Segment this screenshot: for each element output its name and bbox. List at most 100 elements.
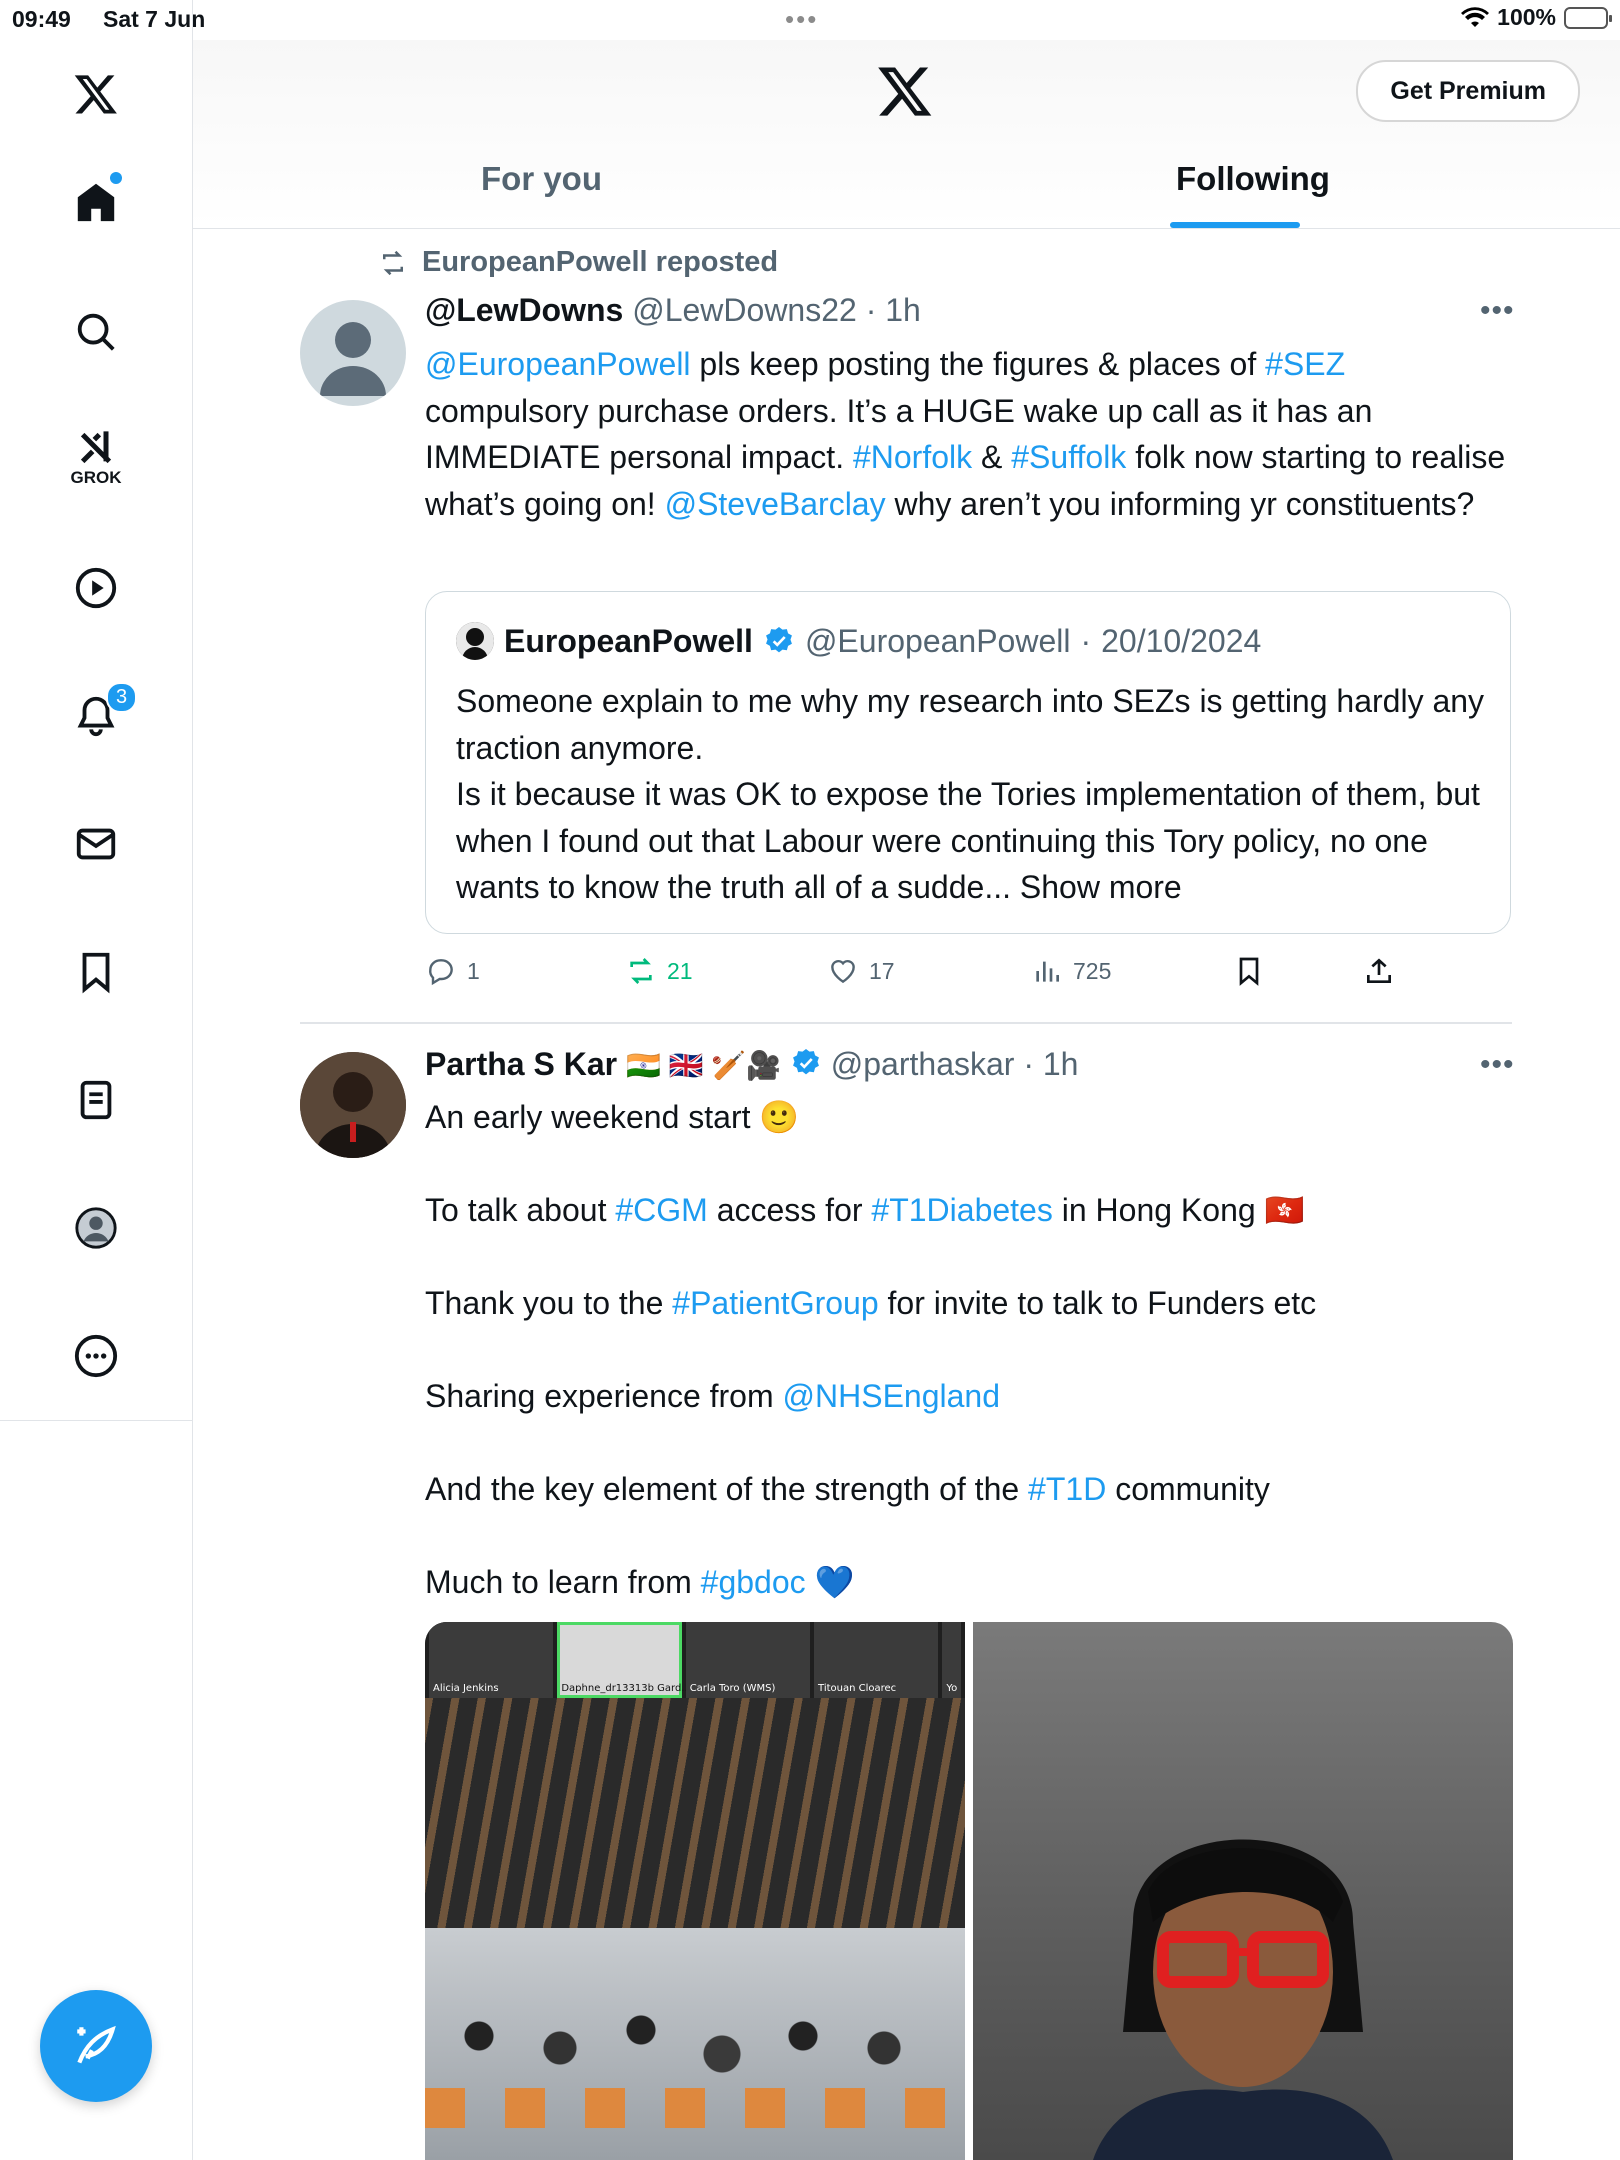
tweet-text-segment: for invite to talk to Funders etc: [878, 1285, 1317, 1321]
show-more-link[interactable]: Show more: [1020, 869, 1182, 905]
repost-count: 21: [667, 957, 693, 984]
hashtag-link[interactable]: #Suffolk: [1011, 439, 1126, 475]
bookmark-button[interactable]: [1233, 955, 1265, 987]
repost-icon: [383, 250, 403, 275]
sidebar-item-bookmarks[interactable]: [68, 944, 124, 1000]
profile-avatar-icon: [75, 1207, 117, 1249]
mention-link[interactable]: @EuropeanPowell: [425, 346, 691, 382]
sidebar-item-search[interactable]: [68, 304, 124, 360]
video-call-participant: Yo: [942, 1622, 962, 1698]
tweet-text-segment: in Hong Kong 🇭🇰: [1052, 1192, 1305, 1228]
tab-following[interactable]: Following: [1176, 160, 1330, 198]
tweet-time[interactable]: 1h: [1043, 1046, 1079, 1082]
share-icon: [1367, 958, 1391, 983]
author-display-name[interactable]: Partha S Kar: [425, 1046, 617, 1082]
hashtag-link[interactable]: #SEZ: [1265, 346, 1345, 382]
video-call-participant: Carla Toro (WMS): [685, 1622, 811, 1698]
repost-by-label[interactable]: EuropeanPowell reposted: [422, 246, 778, 279]
tweet-text-segment: An early weekend start 🙂: [425, 1099, 800, 1135]
sidebar-item-grok[interactable]: GROK: [68, 428, 124, 487]
reply-icon: [429, 959, 453, 986]
repost-indicator: EuropeanPowell reposted: [378, 246, 778, 279]
get-premium-button[interactable]: Get Premium: [1356, 60, 1580, 122]
x-logo-icon[interactable]: [876, 62, 934, 120]
tweet-more-icon[interactable]: •••: [1480, 294, 1515, 328]
heart-icon: [831, 959, 855, 984]
tweet-text-segment: Thank you to the: [425, 1285, 673, 1321]
verified-badge-icon: [792, 1049, 819, 1075]
mention-link[interactable]: @SteveBarclay: [665, 486, 886, 522]
repost-button[interactable]: 21: [625, 955, 693, 987]
sidebar-item-home[interactable]: [68, 172, 124, 230]
avatar[interactable]: [300, 1052, 406, 1158]
sidebar-item-profile[interactable]: [68, 1200, 124, 1256]
author-handle[interactable]: @parthaskar: [831, 1046, 1015, 1082]
active-tab-indicator: [1170, 222, 1300, 228]
mention-link[interactable]: @NHSEngland: [783, 1378, 1000, 1414]
tweet-actions: 1 21 17 725: [425, 955, 1515, 995]
hashtag-link[interactable]: #PatientGroup: [672, 1285, 878, 1321]
status-bar: 09:49 Sat 7 Jun ••• 100%: [0, 0, 1620, 40]
sidebar-item-video[interactable]: [68, 560, 124, 616]
tweet-text-segment: access for: [707, 1192, 872, 1228]
tweet-text-segment: community: [1106, 1471, 1270, 1507]
status-right: 100%: [1461, 4, 1612, 31]
tweet-time[interactable]: 1h: [885, 292, 921, 328]
tweet-divider: [300, 1022, 1512, 1024]
like-button[interactable]: 17: [827, 955, 895, 987]
tweet-text-segment: &: [972, 439, 1012, 475]
tweet-text-segment: To talk about: [425, 1192, 616, 1228]
hashtag-link[interactable]: #T1Diabetes: [871, 1192, 1052, 1228]
tweet-text: An early weekend start 🙂 To talk about #…: [425, 1094, 1515, 1605]
tweet-text-segment: why aren’t you informing yr constituents…: [885, 485, 1475, 522]
hashtag-link[interactable]: #gbdoc: [701, 1564, 806, 1600]
tweet-text-segment: pls keep posting the figures & places of: [690, 346, 1266, 382]
quoted-tweet[interactable]: EuropeanPowell @EuropeanPowell · 20/10/202…: [425, 591, 1511, 934]
tweet-text-segment: And the key element of the strength of t…: [425, 1471, 1029, 1507]
quoted-author-line: EuropeanPowell @EuropeanPowell · 20/10/202…: [456, 622, 1261, 660]
notifications-badge: 3: [106, 682, 138, 713]
author-display-name[interactable]: @LewDowns: [425, 292, 623, 328]
tweet-author-line: Partha S Kar 🇮🇳 🇬🇧 🏏🎥 @parthaskar · 1h: [425, 1046, 1079, 1082]
tweet-more-icon[interactable]: •••: [1480, 1048, 1515, 1082]
grok-label: GROK: [70, 468, 122, 487]
like-count: 17: [869, 957, 895, 984]
video-call-participant: Daphne_dr13313b Gard...: [557, 1622, 691, 1698]
x-logo-icon[interactable]: [68, 66, 124, 122]
hashtag-link[interactable]: #T1D: [1028, 1471, 1106, 1507]
views-chart-icon: [1036, 961, 1059, 982]
share-button[interactable]: [1363, 955, 1395, 987]
video-call-strip: Alicia Jenkins Daphne_dr13313b Gard... C…: [425, 1622, 965, 1698]
avatar-image: [300, 1052, 406, 1158]
tweet-paragraph: Much to learn from #gbdoc 💙: [425, 1559, 1515, 1605]
home-icon: [77, 183, 115, 222]
messages-icon: [76, 828, 116, 860]
conference-room-photo: [425, 1698, 965, 2160]
hashtag-link[interactable]: #Norfolk: [853, 439, 972, 475]
quoted-text-line: Is it because it was OK to expose the To…: [456, 771, 1486, 911]
quoted-text: Someone explain to me why my research in…: [456, 678, 1486, 911]
portrait-photo: [1093, 1839, 1393, 2160]
hashtag-link[interactable]: #CGM: [615, 1192, 707, 1228]
media-image-conference-room[interactable]: Alicia Jenkins Daphne_dr13313b Gard... C…: [425, 1622, 965, 2160]
new-posts-dot: [110, 172, 122, 184]
participant-name: Carla Toro (WMS): [689, 1683, 776, 1694]
media-image-portrait[interactable]: [973, 1622, 1513, 2160]
tweet-text-segment: 💙: [805, 1564, 855, 1600]
views-button[interactable]: 725: [1031, 955, 1111, 987]
compose-post-button[interactable]: [40, 1990, 152, 2102]
bookmarks-icon: [82, 952, 110, 994]
repost-icon: [630, 958, 652, 984]
sidebar-item-more[interactable]: [68, 1328, 124, 1384]
quoted-text-line: Someone explain to me why my research in…: [456, 683, 1485, 766]
reply-button[interactable]: 1: [425, 955, 480, 987]
multitasking-dots-icon[interactable]: •••: [785, 4, 818, 35]
tweet-media: Alicia Jenkins Daphne_dr13313b Gard... C…: [425, 1622, 1513, 2160]
tab-for-you[interactable]: For you: [481, 160, 602, 198]
sidebar-item-lists[interactable]: [68, 1072, 124, 1128]
sidebar-item-messages[interactable]: [68, 816, 124, 872]
sidebar-item-notifications[interactable]: 3: [68, 682, 138, 744]
avatar[interactable]: [300, 300, 406, 406]
author-handle[interactable]: @LewDowns22: [632, 292, 857, 328]
compose-post-icon: [77, 2025, 116, 2064]
